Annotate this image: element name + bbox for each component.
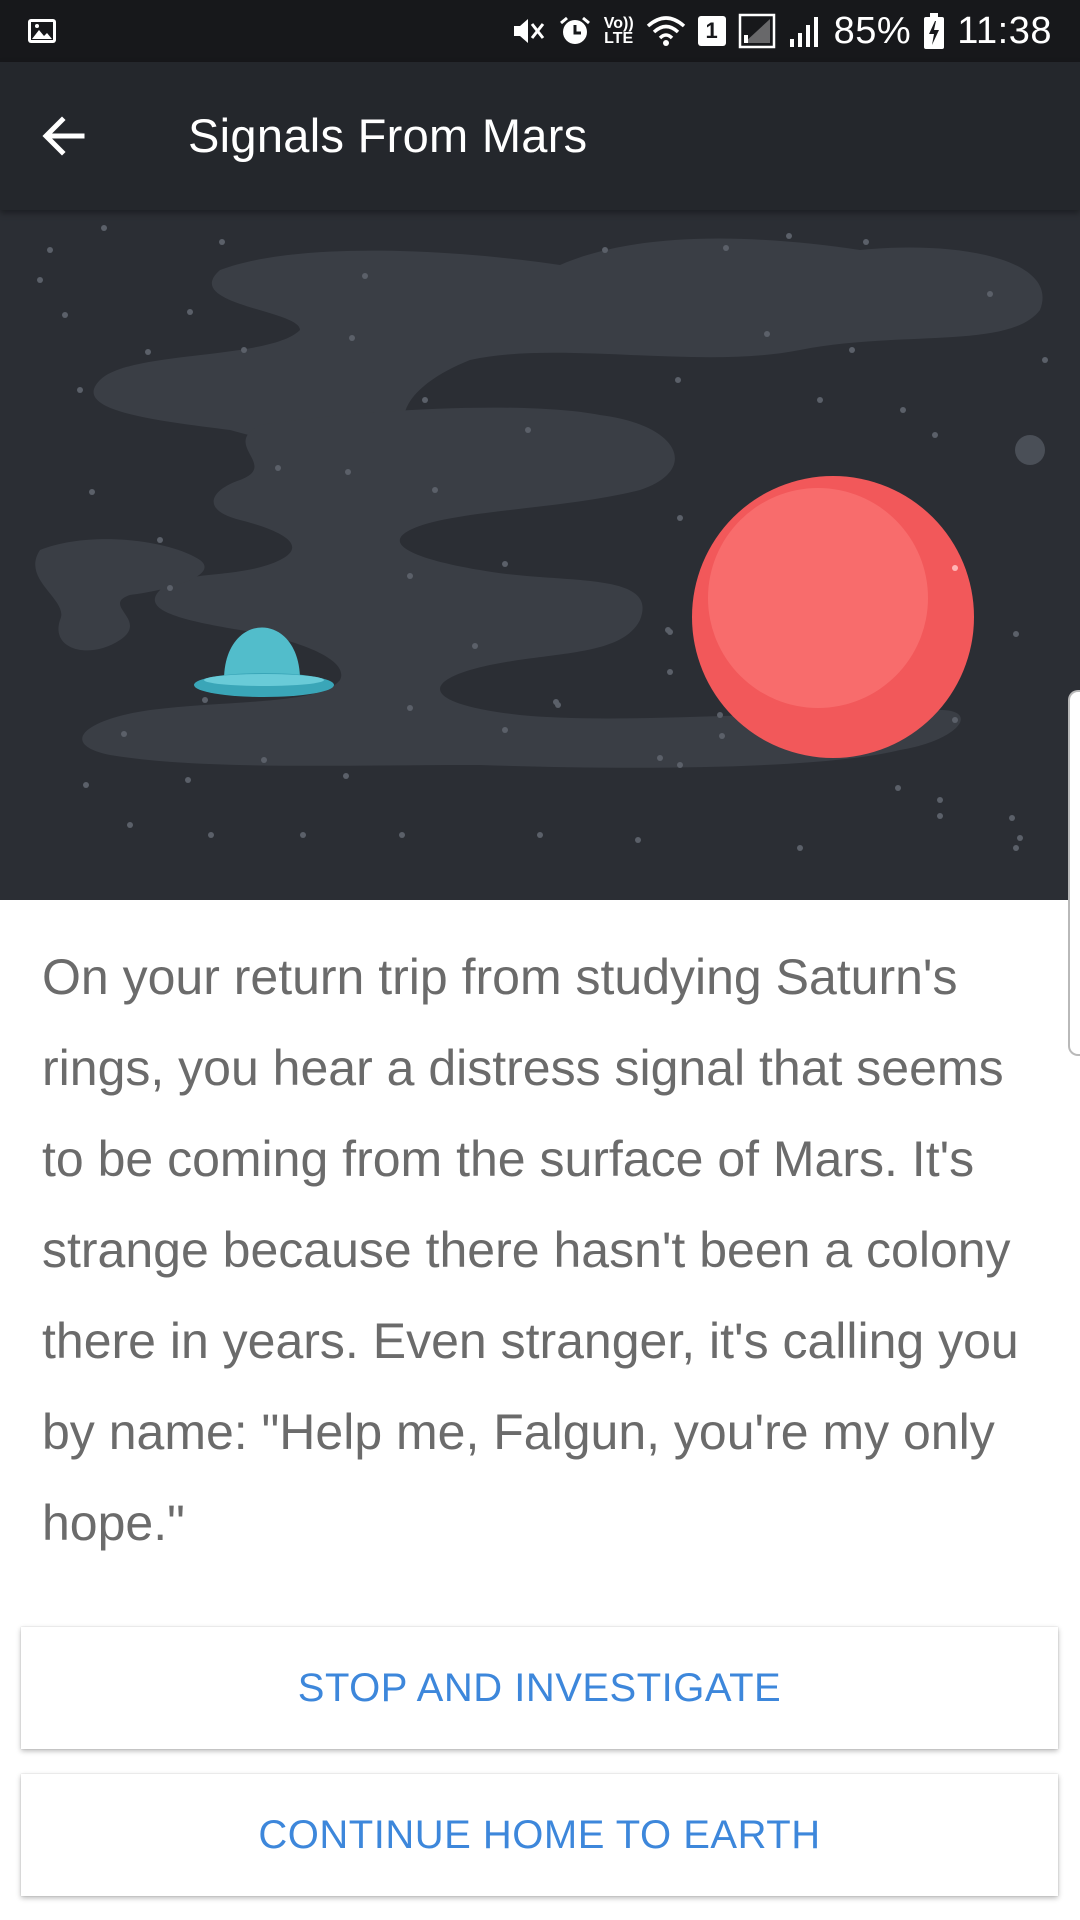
volte-label-top: Vo)) xyxy=(603,15,634,32)
stop-and-investigate-button[interactable]: STOP AND INVESTIGATE xyxy=(21,1627,1058,1749)
mute-vibrate-icon xyxy=(513,19,544,43)
signal-strength-icon-1 xyxy=(738,13,775,49)
sim-slot-badge: 1 xyxy=(697,16,726,46)
volte-indicator: Vo)) LTE xyxy=(603,15,634,47)
battery-percent: 85% xyxy=(833,9,912,52)
scroll-indicator[interactable] xyxy=(1068,690,1080,1056)
app-bar: Signals From Mars xyxy=(0,62,1080,210)
signal-strength-icon-2 xyxy=(789,17,818,47)
space-scene xyxy=(35,225,1048,851)
status-bar: Vo)) LTE 1 85% 11:38 xyxy=(0,0,1080,62)
back-arrow-icon[interactable] xyxy=(36,108,92,164)
wifi-icon xyxy=(646,16,685,46)
volte-label-bottom: LTE xyxy=(604,30,634,47)
moon xyxy=(1015,435,1045,465)
gallery-notification-icon xyxy=(28,19,56,43)
mars-planet xyxy=(692,476,974,758)
battery-charging-icon xyxy=(924,13,945,49)
alarm-icon xyxy=(559,16,590,44)
page-title: Signals From Mars xyxy=(188,109,588,162)
continue-home-to-earth-button[interactable]: CONTINUE HOME TO EARTH xyxy=(21,1774,1058,1896)
hero-illustration xyxy=(0,210,1080,900)
story-text: On your return trip from studying Saturn… xyxy=(42,949,1019,1551)
clock: 11:38 xyxy=(957,9,1052,52)
